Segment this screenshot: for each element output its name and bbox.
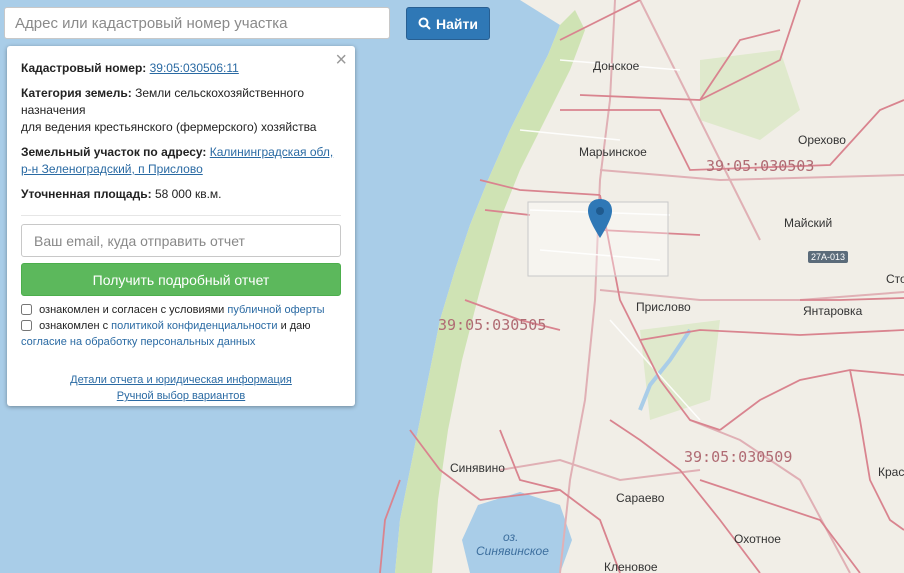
divider [21,215,341,216]
place-label-maryinskoe: Марьинское [579,145,647,159]
place-label-okhotnoe: Охотное [734,532,781,546]
get-report-button[interactable]: Получить подробный отчет [21,263,341,296]
lake-label-name: Синявинское [476,544,549,558]
privacy-consent-text-a: ознакомлен с [39,320,109,332]
privacy-consent-text-b: и даю [280,320,311,332]
address-row: Земельный участок по адресу: Калининград… [21,144,341,178]
cadastral-number-label: Кадастровый номер: [21,61,147,75]
place-label-donskoe: Донское [593,59,640,73]
footer-links: Детали отчета и юридическая информация Р… [21,372,341,404]
place-label-sto: Сто [886,272,904,286]
place-label-maysky: Майский [784,216,832,230]
place-label-sinyavino: Синявино [450,461,505,475]
area-value: 58 000 кв.м. [154,187,222,201]
area-label: Уточненная площадь: [21,187,152,201]
lake-label-prefix: оз. [503,530,518,544]
public-offer-link[interactable]: публичной оферты [227,304,324,316]
road-badge: 27А-013 [808,251,848,263]
cadastral-quarter-label: 39:05:030505 [438,316,546,334]
parcel-info-panel: × Кадастровый номер: 39:05:030506:11 Кат… [7,46,355,406]
cadastral-quarter-label: 39:05:030503 [706,157,814,175]
place-label-orekhovo: Орехово [798,133,846,147]
cadastral-quarter-label: 39:05:030509 [684,448,792,466]
report-details-link[interactable]: Детали отчета и юридическая информация [70,374,292,386]
place-label-kras: Крас [878,465,904,479]
place-label-klenovoe: Кленовое [604,560,658,573]
place-label-prislovo: Прислово [636,300,691,314]
email-field[interactable] [21,224,341,257]
close-icon[interactable]: × [335,50,347,70]
privacy-consent-row: ознакомлен с политикой конфиденциальност… [21,318,341,350]
place-label-saraevo: Сараево [616,491,665,505]
search-input[interactable] [4,7,390,39]
offer-consent-checkbox[interactable] [21,304,32,315]
offer-consent-row: ознакомлен и согласен с условиями публич… [21,302,341,318]
area-row: Уточненная площадь: 58 000 кв.м. [21,186,341,203]
cadastral-number-row: Кадастровый номер: 39:05:030506:11 [21,60,341,77]
land-use-value: для ведения крестьянского (фермерского) … [21,120,317,134]
privacy-consent-checkbox[interactable] [21,320,32,331]
search-button-label: Найти [436,15,478,32]
privacy-policy-link[interactable]: политикой конфиденциальности [111,320,277,332]
cadastral-number-link[interactable]: 39:05:030506:11 [150,61,239,75]
address-label: Земельный участок по адресу: [21,145,207,159]
place-label-yantarovka: Янтаровка [803,304,863,318]
land-category-label: Категория земель: [21,86,132,100]
search-icon [418,17,431,30]
land-category-row: Категория земель: Земли сельскохозяйстве… [21,85,341,136]
svg-text:27А-013: 27А-013 [811,252,845,262]
offer-consent-text: ознакомлен и согласен с условиями [39,304,225,316]
personal-data-consent-link[interactable]: согласие на обработку персональных данны… [21,336,255,348]
search-button[interactable]: Найти [406,7,490,40]
manual-selection-link[interactable]: Ручной выбор вариантов [117,390,245,402]
